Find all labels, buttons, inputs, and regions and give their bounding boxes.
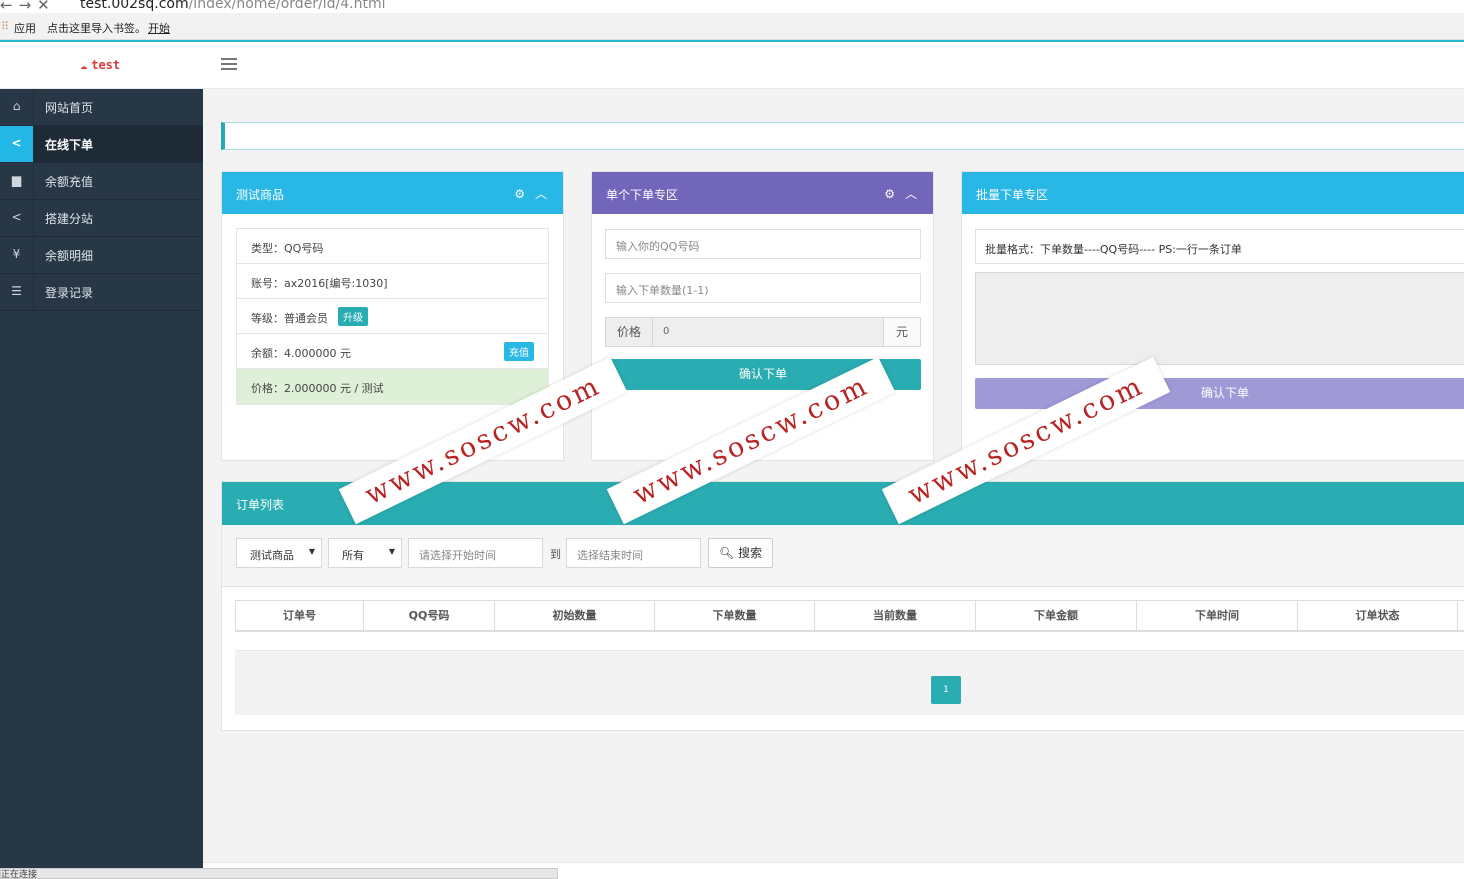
table-column-header[interactable]: 订单号 [236, 601, 364, 630]
notice-bar [221, 122, 1464, 150]
product-panel-title: 测试商品 [236, 188, 285, 202]
caret-down-icon: ▼ [388, 547, 395, 556]
search-icon: 🔍︎ [718, 546, 735, 560]
table-column-header[interactable]: 下单时间 [1137, 601, 1298, 630]
chevron-up-icon[interactable]: ︿ [905, 187, 917, 201]
batch-order-title: 批量下单专区 [976, 188, 1049, 202]
yen-icon: ¥ [0, 237, 34, 273]
gear-icon[interactable]: ⚙ [884, 187, 895, 201]
status-select[interactable]: 所有 ▼ [328, 538, 402, 568]
sidebar: ⌂ 网站首页 < 在线下单 ▆ 余额充值 < 搭建分站 ¥ 余额明细 ☰ 登录记录 [0, 89, 203, 879]
browser-address-bar: ←→✕ test.002sq.com/index/home/order/id/4… [0, 0, 1464, 13]
table-column-header[interactable]: 下单数量 [655, 601, 815, 630]
gear-icon[interactable]: ⚙ [514, 187, 525, 201]
menu-toggle-button[interactable] [220, 55, 240, 75]
list-item: 余额：4.000000 元 充值 [237, 334, 548, 369]
search-button[interactable]: 🔍︎ 搜索 [708, 538, 773, 568]
price-field: 价格 0 元 [605, 317, 921, 347]
logo[interactable]: ☁ test [80, 58, 120, 72]
start-date-input[interactable]: 请选择开始时间 [408, 538, 543, 568]
share-icon: < [0, 126, 34, 162]
caret-down-icon: ▼ [308, 547, 315, 556]
list-icon: ☰ [0, 274, 34, 310]
table-column-header[interactable]: 订单状态 [1298, 601, 1458, 630]
price-label: 价格 [606, 318, 653, 346]
sidebar-item[interactable]: ☰ 登录记录 [0, 274, 203, 311]
wallet-icon: ▆ [0, 163, 34, 199]
order-list-title: 订单列表 [236, 498, 285, 512]
sidebar-item[interactable]: ⌂ 网站首页 [0, 89, 203, 126]
list-item: 类型：QQ号码 [237, 229, 548, 264]
price-value: 0 [653, 318, 884, 346]
sidebar-item-label: 在线下单 [45, 138, 94, 152]
apps-grid-icon[interactable]: ⠿ [1, 20, 9, 33]
table-body: 1 [235, 650, 1464, 715]
home-icon: ⌂ [0, 89, 34, 125]
sidebar-item[interactable]: < 搭建分站 [0, 200, 203, 237]
table-column-header[interactable]: QQ号码 [364, 601, 495, 630]
address-url[interactable]: test.002sq.com/index/home/order/id/4.htm… [80, 0, 386, 12]
sidebar-item[interactable]: ¥ 余额明细 [0, 237, 203, 274]
sidebar-item-label: 网站首页 [45, 101, 94, 115]
chevron-up-icon[interactable]: ︿ [535, 187, 547, 201]
batch-confirm-button[interactable]: 确认下单 [975, 378, 1464, 409]
pagination-page-1[interactable]: 1 [931, 676, 961, 704]
sidebar-item-label: 搭建分站 [45, 212, 94, 226]
recharge-button[interactable]: 充值 [504, 342, 534, 361]
batch-order-panel-header: 批量下单专区 [962, 172, 1464, 214]
product-select[interactable]: 测试商品 ▼ [236, 538, 322, 568]
price-unit: 元 [883, 318, 920, 346]
order-list-panel: 订单列表 测试商品 ▼ 所有 ▼ 请选择开始时间 到 选择结束时间 🔍︎ 搜索 订单… [221, 481, 1464, 731]
single-order-title: 单个下单专区 [606, 188, 679, 202]
table-column-header[interactable]: 当前数量 [815, 601, 976, 630]
share-alt-icon: < [0, 200, 34, 236]
qq-number-input[interactable]: 输入你的QQ号码 [605, 229, 921, 259]
batch-order-textarea[interactable] [975, 272, 1464, 365]
upgrade-button[interactable]: 升级 [338, 307, 368, 326]
bookmark-apps[interactable]: 应用 [14, 20, 36, 36]
list-item: 价格：2.000000 元 / 测试 [237, 369, 548, 404]
sidebar-item[interactable]: < 在线下单 [0, 126, 203, 163]
to-label: 到 [550, 548, 561, 561]
table-column-header[interactable]: 下单金额 [976, 601, 1137, 630]
single-order-panel-header: 单个下单专区 ⚙ ︿ [592, 172, 933, 214]
browser-nav-icons[interactable]: ←→✕ [0, 0, 56, 13]
list-item: 账号：ax2016[编号:1030] [237, 264, 548, 299]
browser-status-bar: 正在连接 [0, 868, 558, 879]
bookmark-start-link[interactable]: 开始 [148, 20, 170, 36]
list-item: 等级：普通会员 升级 [237, 299, 548, 334]
product-info-list: 类型：QQ号码 账号：ax2016[编号:1030] 等级：普通会员 升级 余额… [236, 228, 549, 405]
sidebar-item-label: 余额明细 [45, 249, 94, 263]
sidebar-item[interactable]: ▆ 余额充值 [0, 163, 203, 200]
sidebar-item-label: 余额充值 [45, 175, 94, 189]
app-header: ☁ test [0, 42, 1464, 89]
product-panel-header: 测试商品 ⚙ ︿ [222, 172, 563, 214]
orders-table: 订单号 QQ号码 初始数量 下单数量 当前数量 下单金额 下单时间 订单状态 [235, 600, 1464, 632]
sidebar-item-label: 登录记录 [45, 286, 94, 300]
bookmarks-bar: ⠿ 应用 点击这里导入书签。 开始 [0, 13, 1464, 40]
bookmark-hint: 点击这里导入书签。 [47, 22, 146, 35]
batch-format-hint: 批量格式：下单数量----QQ号码---- PS:一行一条订单 [975, 229, 1464, 264]
table-column-header[interactable]: 初始数量 [495, 601, 655, 630]
table-header: 订单号 QQ号码 初始数量 下单数量 当前数量 下单金额 下单时间 订单状态 [235, 600, 1464, 632]
quantity-input[interactable]: 输入下单数量(1-1) [605, 273, 921, 303]
end-date-input[interactable]: 选择结束时间 [566, 538, 701, 568]
cloud-icon: ☁ [80, 58, 88, 72]
order-filter-bar: 测试商品 ▼ 所有 ▼ 请选择开始时间 到 选择结束时间 🔍︎ 搜索 [222, 525, 1464, 587]
